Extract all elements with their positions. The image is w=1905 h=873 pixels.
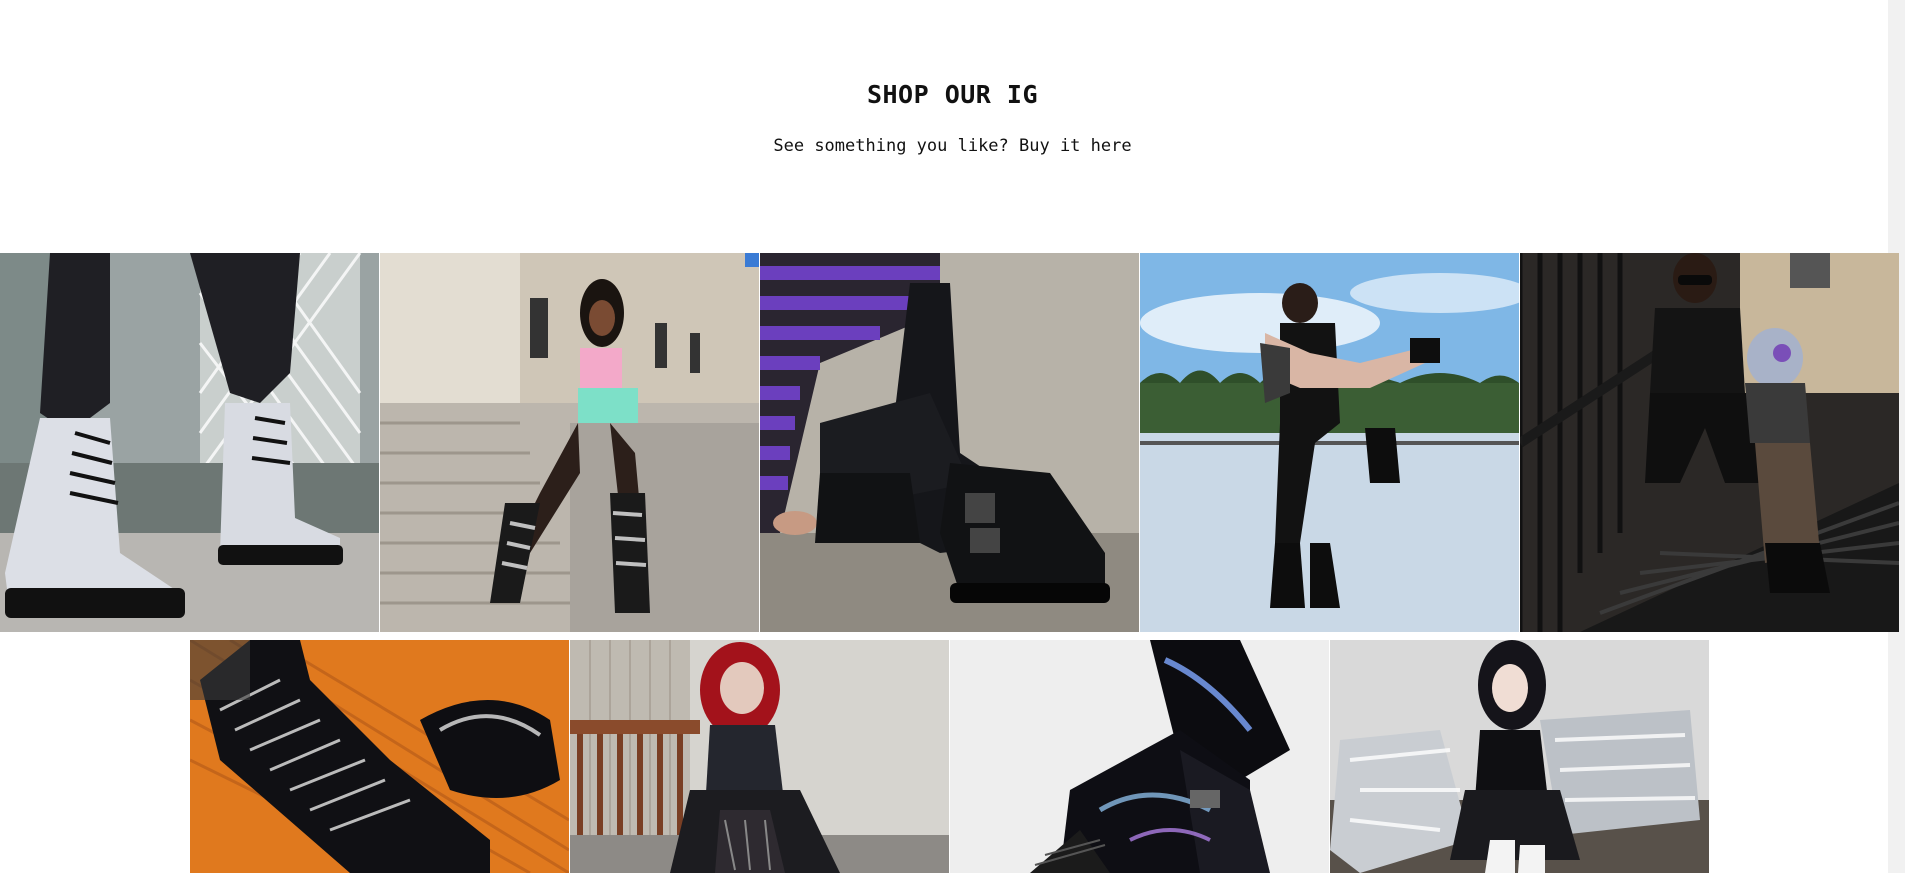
gallery-post-1[interactable] xyxy=(0,253,379,632)
gallery-post-2[interactable] xyxy=(380,253,759,632)
lace-up-patent-boots-image xyxy=(190,640,569,873)
silver-glitter-boots-image xyxy=(0,253,379,632)
red-hair-model-porch-image xyxy=(570,640,949,873)
striped-sweater-black-boots-image xyxy=(760,253,1139,632)
holographic-platform-boots-image xyxy=(950,640,1329,873)
gallery-post-5[interactable] xyxy=(1520,253,1899,632)
gallery-post-7[interactable] xyxy=(570,640,949,873)
model-silver-pillows-image xyxy=(1330,640,1709,873)
section-subtitle: See something you like? Buy it here xyxy=(773,136,1132,156)
gallery-post-4[interactable] xyxy=(1140,253,1519,632)
couple-fire-escape-image xyxy=(1520,253,1899,632)
gallery-post-9[interactable] xyxy=(1330,640,1709,873)
gallery-post-8[interactable] xyxy=(950,640,1329,873)
model-stairs-buckle-boots-image xyxy=(380,253,759,632)
section-title: SHOP OUR IG xyxy=(866,80,1039,109)
gallery-post-6[interactable] xyxy=(190,640,569,873)
gallery-post-3[interactable] xyxy=(760,253,1139,632)
couple-rooftop-image xyxy=(1140,253,1519,632)
